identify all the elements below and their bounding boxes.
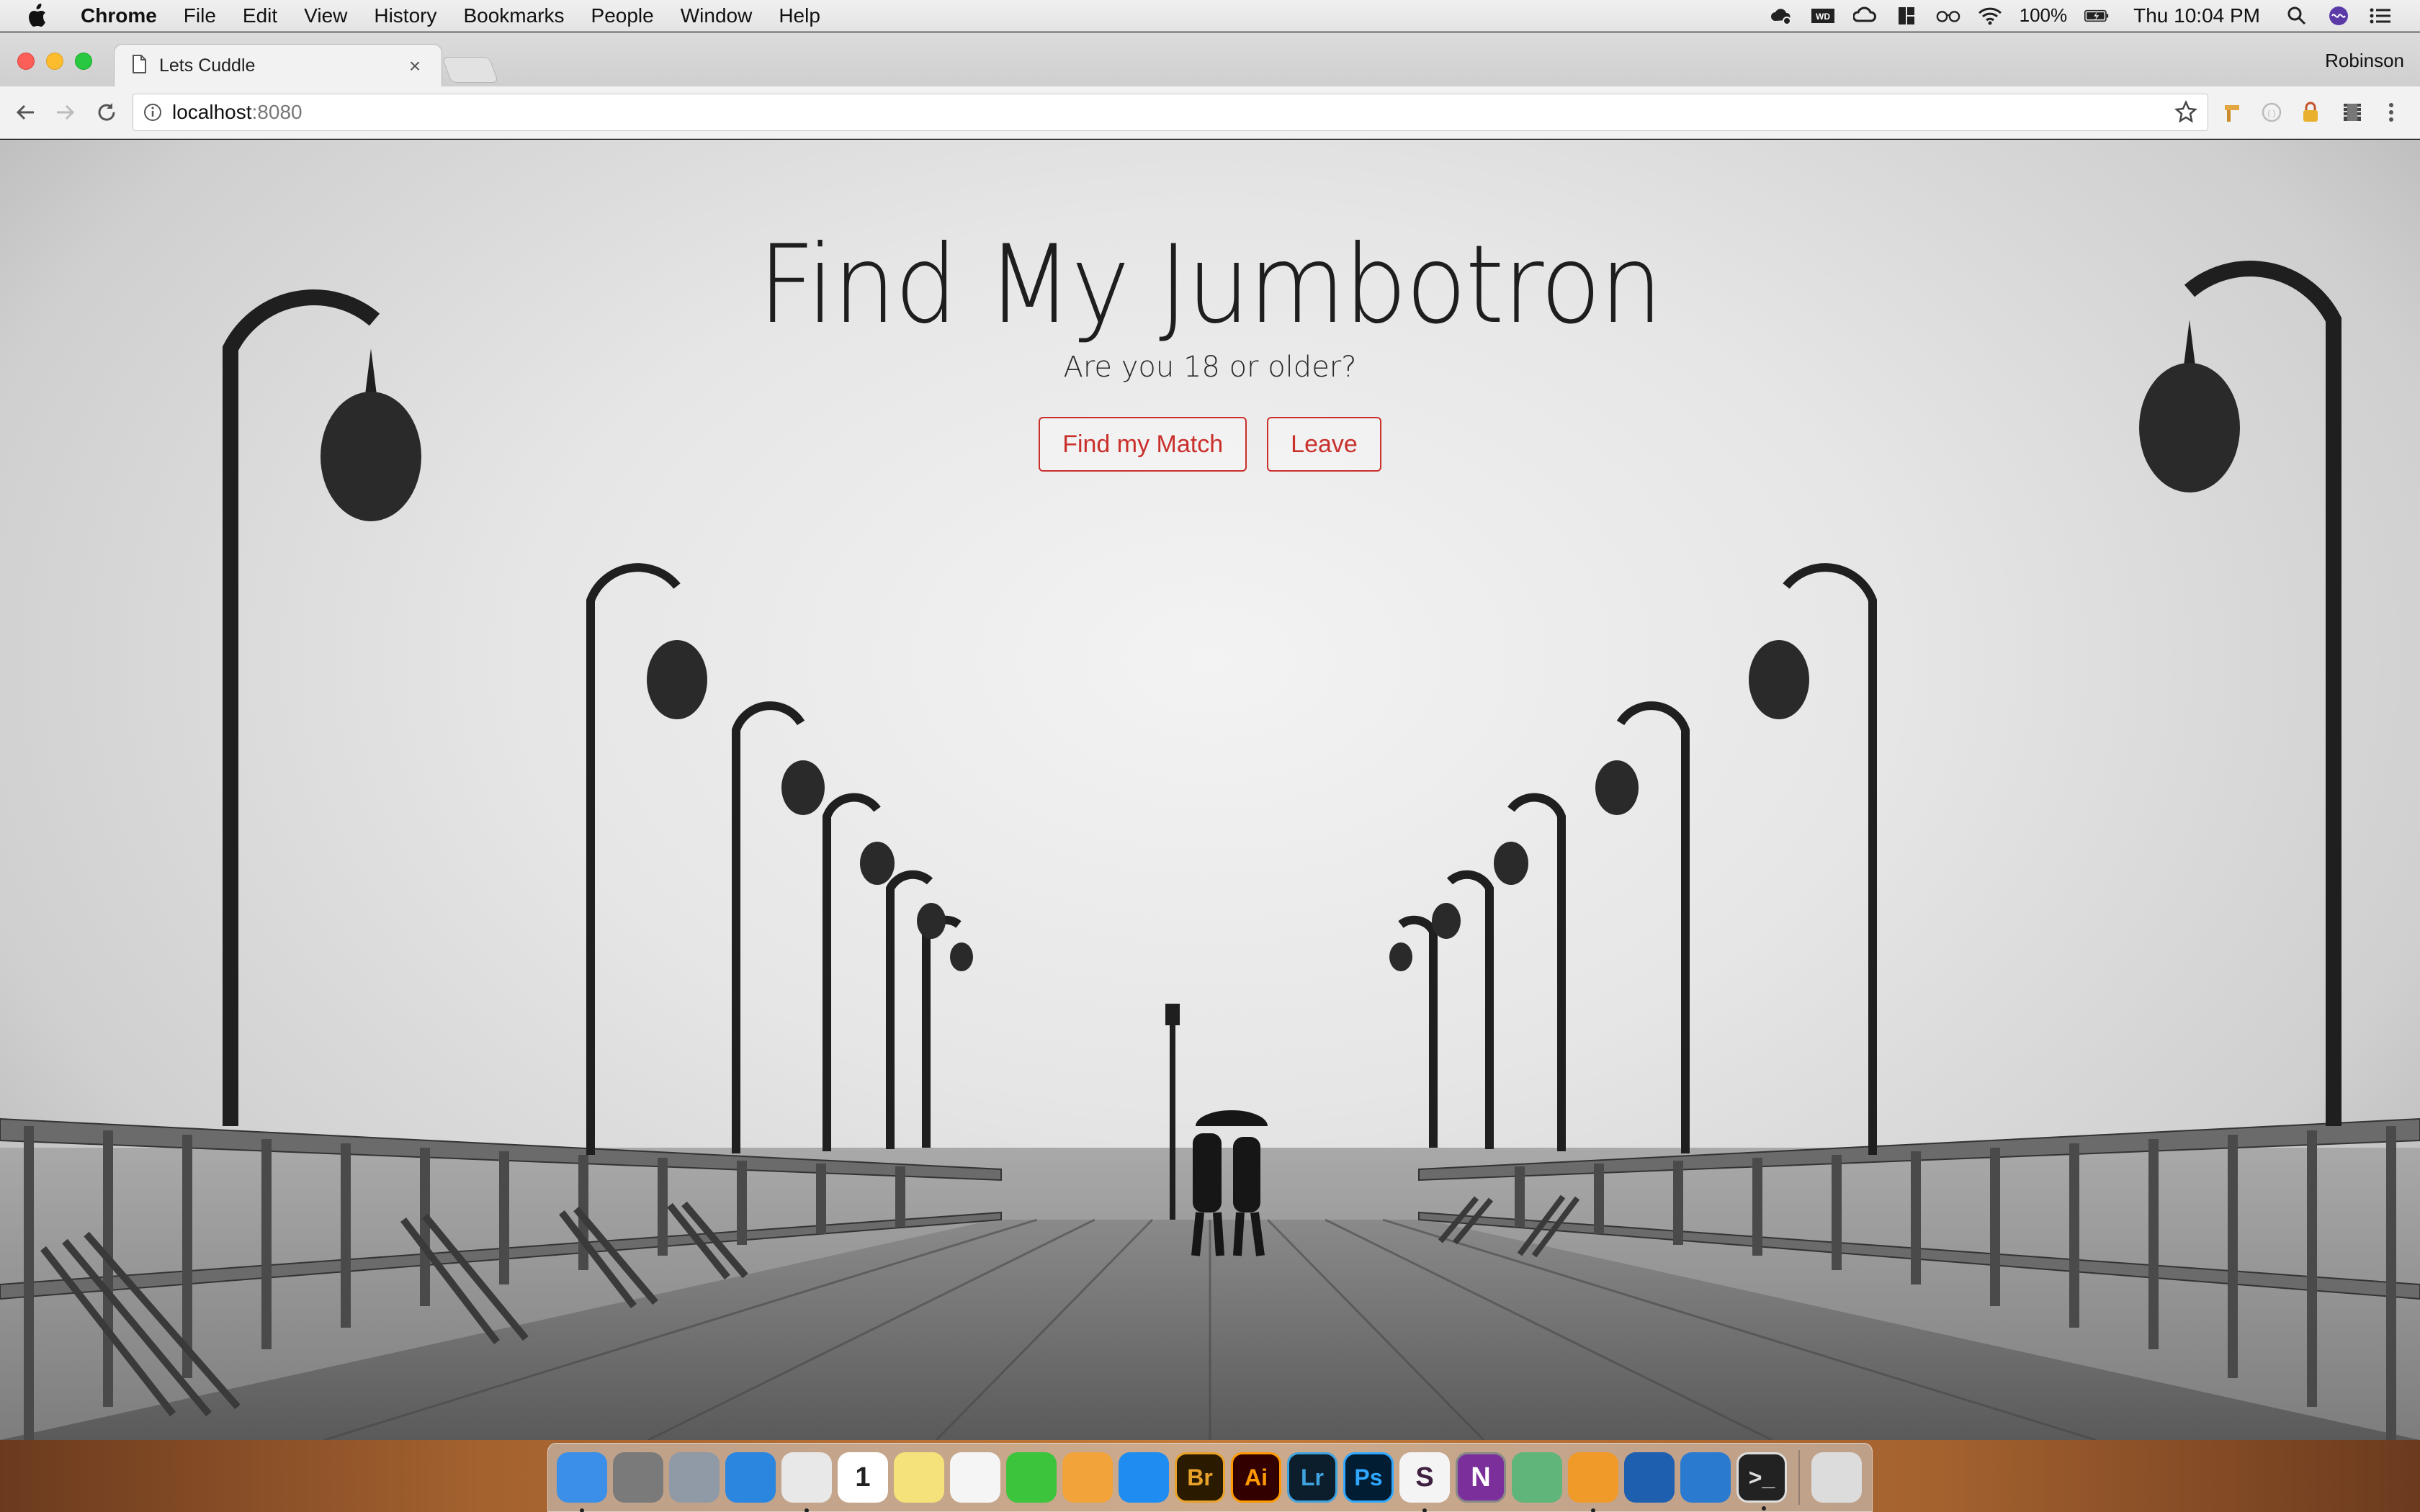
dock: 1 Br Ai Lr Ps S N >_ bbox=[547, 1443, 1873, 1512]
menu-app-chrome[interactable]: Chrome bbox=[81, 4, 157, 27]
tab-lets-cuddle[interactable]: Lets Cuddle × bbox=[114, 44, 442, 87]
menu-bookmarks[interactable]: Bookmarks bbox=[463, 4, 564, 27]
window-minimize-button[interactable] bbox=[46, 53, 63, 70]
menu-edit[interactable]: Edit bbox=[243, 4, 277, 27]
jumbotron-title: Find My Jumbotron bbox=[758, 222, 1663, 348]
safari-icon[interactable] bbox=[725, 1452, 776, 1503]
dock-icon-label: N bbox=[1471, 1462, 1491, 1493]
url-host: localhost bbox=[172, 101, 252, 123]
running-indicator bbox=[1762, 1506, 1766, 1511]
new-tab-button[interactable] bbox=[442, 57, 499, 83]
running-indicator bbox=[1422, 1508, 1427, 1512]
dock-icon-label: Ai bbox=[1245, 1464, 1268, 1490]
sublime-icon[interactable] bbox=[1568, 1452, 1618, 1512]
reload-icon[interactable] bbox=[92, 98, 121, 127]
menu-file[interactable]: File bbox=[184, 4, 216, 27]
spotlight-search-icon[interactable] bbox=[2285, 5, 2309, 27]
menu-clock[interactable]: Thu 10:04 PM bbox=[2133, 4, 2260, 27]
forward-arrow-icon[interactable] bbox=[50, 98, 79, 127]
sourcetree-icon[interactable] bbox=[1624, 1452, 1675, 1503]
onenote-icon[interactable]: N bbox=[1456, 1452, 1506, 1503]
menu-view[interactable]: View bbox=[304, 4, 347, 27]
dock-icon-label: Br bbox=[1187, 1464, 1213, 1490]
bookmark-star-icon[interactable] bbox=[2174, 99, 2199, 125]
reminders-icon[interactable] bbox=[950, 1452, 1000, 1503]
creative-cloud-icon[interactable] bbox=[1852, 5, 1877, 27]
url-text: localhost:8080 bbox=[172, 101, 302, 124]
svg-text:WD: WD bbox=[1816, 12, 1830, 22]
running-indicator bbox=[805, 1508, 809, 1512]
battery-icon[interactable] bbox=[2084, 5, 2109, 27]
jumbotron-actions: Find my Match Leave bbox=[0, 417, 2420, 472]
window-close-button[interactable] bbox=[17, 53, 35, 70]
chrome-icon[interactable] bbox=[781, 1452, 832, 1512]
tab-close-icon[interactable]: × bbox=[404, 55, 426, 78]
back-arrow-icon[interactable] bbox=[12, 98, 40, 127]
system-preferences-icon[interactable] bbox=[613, 1452, 663, 1503]
menu-bar: Chrome File Edit View History Bookmarks … bbox=[0, 0, 2420, 32]
finder-icon[interactable] bbox=[557, 1452, 607, 1512]
calendar-icon[interactable]: 1 bbox=[838, 1452, 888, 1503]
bridge-icon[interactable]: Br bbox=[1175, 1452, 1225, 1503]
chrome-menu-icon[interactable] bbox=[2378, 99, 2404, 125]
status-area: WD 100% Thu 10:04 PM bbox=[1769, 4, 2393, 27]
profile-name[interactable]: Robinson bbox=[2325, 50, 2404, 72]
page-viewport: Find My Jumbotron Are you 18 or older? F… bbox=[0, 140, 2420, 1440]
find-my-match-button[interactable]: Find my Match bbox=[1039, 417, 1247, 472]
wifi-icon[interactable] bbox=[1978, 5, 2002, 27]
wd-icon[interactable]: WD bbox=[1811, 5, 1835, 27]
grid-app-icon[interactable] bbox=[1894, 5, 1919, 27]
dock-icon-label: >_ bbox=[1748, 1464, 1775, 1490]
notification-center-icon[interactable] bbox=[2368, 5, 2393, 27]
battery-percent: 100% bbox=[2019, 4, 2068, 26]
photoshop-icon[interactable]: Ps bbox=[1343, 1452, 1394, 1503]
dock-separator bbox=[1798, 1450, 1800, 1505]
atom-icon[interactable] bbox=[1512, 1452, 1562, 1503]
siri-icon[interactable] bbox=[2326, 5, 2351, 27]
dock-icon-label: Ps bbox=[1354, 1464, 1383, 1490]
launchpad-icon[interactable] bbox=[669, 1452, 720, 1503]
extension-hammer-icon[interactable] bbox=[2220, 99, 2246, 125]
tab-title: Lets Cuddle bbox=[159, 55, 256, 76]
photos-icon[interactable] bbox=[1062, 1452, 1113, 1503]
trash-icon[interactable] bbox=[1811, 1452, 1862, 1503]
terminal-icon[interactable]: >_ bbox=[1736, 1452, 1787, 1511]
facetime-icon[interactable] bbox=[1006, 1452, 1057, 1503]
browser-toolbar: localhost:8080 ( ) bbox=[0, 86, 2420, 139]
slack-icon[interactable]: S bbox=[1399, 1452, 1450, 1512]
glasses-icon[interactable] bbox=[1936, 5, 1960, 27]
menu-window[interactable]: Window bbox=[681, 4, 753, 27]
extension-film-icon[interactable] bbox=[2339, 99, 2365, 125]
window-fullscreen-button[interactable] bbox=[75, 53, 92, 70]
address-bar[interactable]: localhost:8080 bbox=[133, 94, 2208, 131]
site-info-icon[interactable] bbox=[143, 103, 162, 122]
svg-text:( ): ( ) bbox=[2267, 108, 2275, 118]
menu-help[interactable]: Help bbox=[779, 4, 820, 27]
illustrator-icon[interactable]: Ai bbox=[1231, 1452, 1281, 1503]
tab-strip: Lets Cuddle × Robinson bbox=[0, 32, 2420, 87]
dock-icon-label: Lr bbox=[1301, 1464, 1324, 1490]
apple-menu-icon[interactable] bbox=[26, 3, 55, 28]
jumbotron: Find My Jumbotron Are you 18 or older? F… bbox=[0, 226, 2420, 472]
url-port: :8080 bbox=[251, 101, 302, 123]
dock-icon-label: S bbox=[1415, 1462, 1434, 1493]
lightroom-icon[interactable]: Lr bbox=[1287, 1452, 1337, 1503]
extension-circle-icon[interactable]: ( ) bbox=[2259, 99, 2285, 125]
running-indicator bbox=[1591, 1508, 1595, 1512]
page-icon bbox=[132, 55, 146, 77]
creative-cloud-sync-icon[interactable] bbox=[1769, 5, 1793, 27]
dock-icon-label: 1 bbox=[855, 1462, 871, 1493]
vscode-icon[interactable] bbox=[1680, 1452, 1731, 1503]
running-indicator bbox=[580, 1508, 584, 1512]
age-question: Are you 18 or older? bbox=[1063, 351, 1357, 384]
app-store-icon[interactable] bbox=[1119, 1452, 1169, 1503]
menu-history[interactable]: History bbox=[374, 4, 436, 27]
leave-button[interactable]: Leave bbox=[1267, 417, 1381, 472]
menu-people[interactable]: People bbox=[591, 4, 654, 27]
extension-lock-icon[interactable] bbox=[2298, 99, 2323, 125]
notes-icon[interactable] bbox=[894, 1452, 944, 1503]
